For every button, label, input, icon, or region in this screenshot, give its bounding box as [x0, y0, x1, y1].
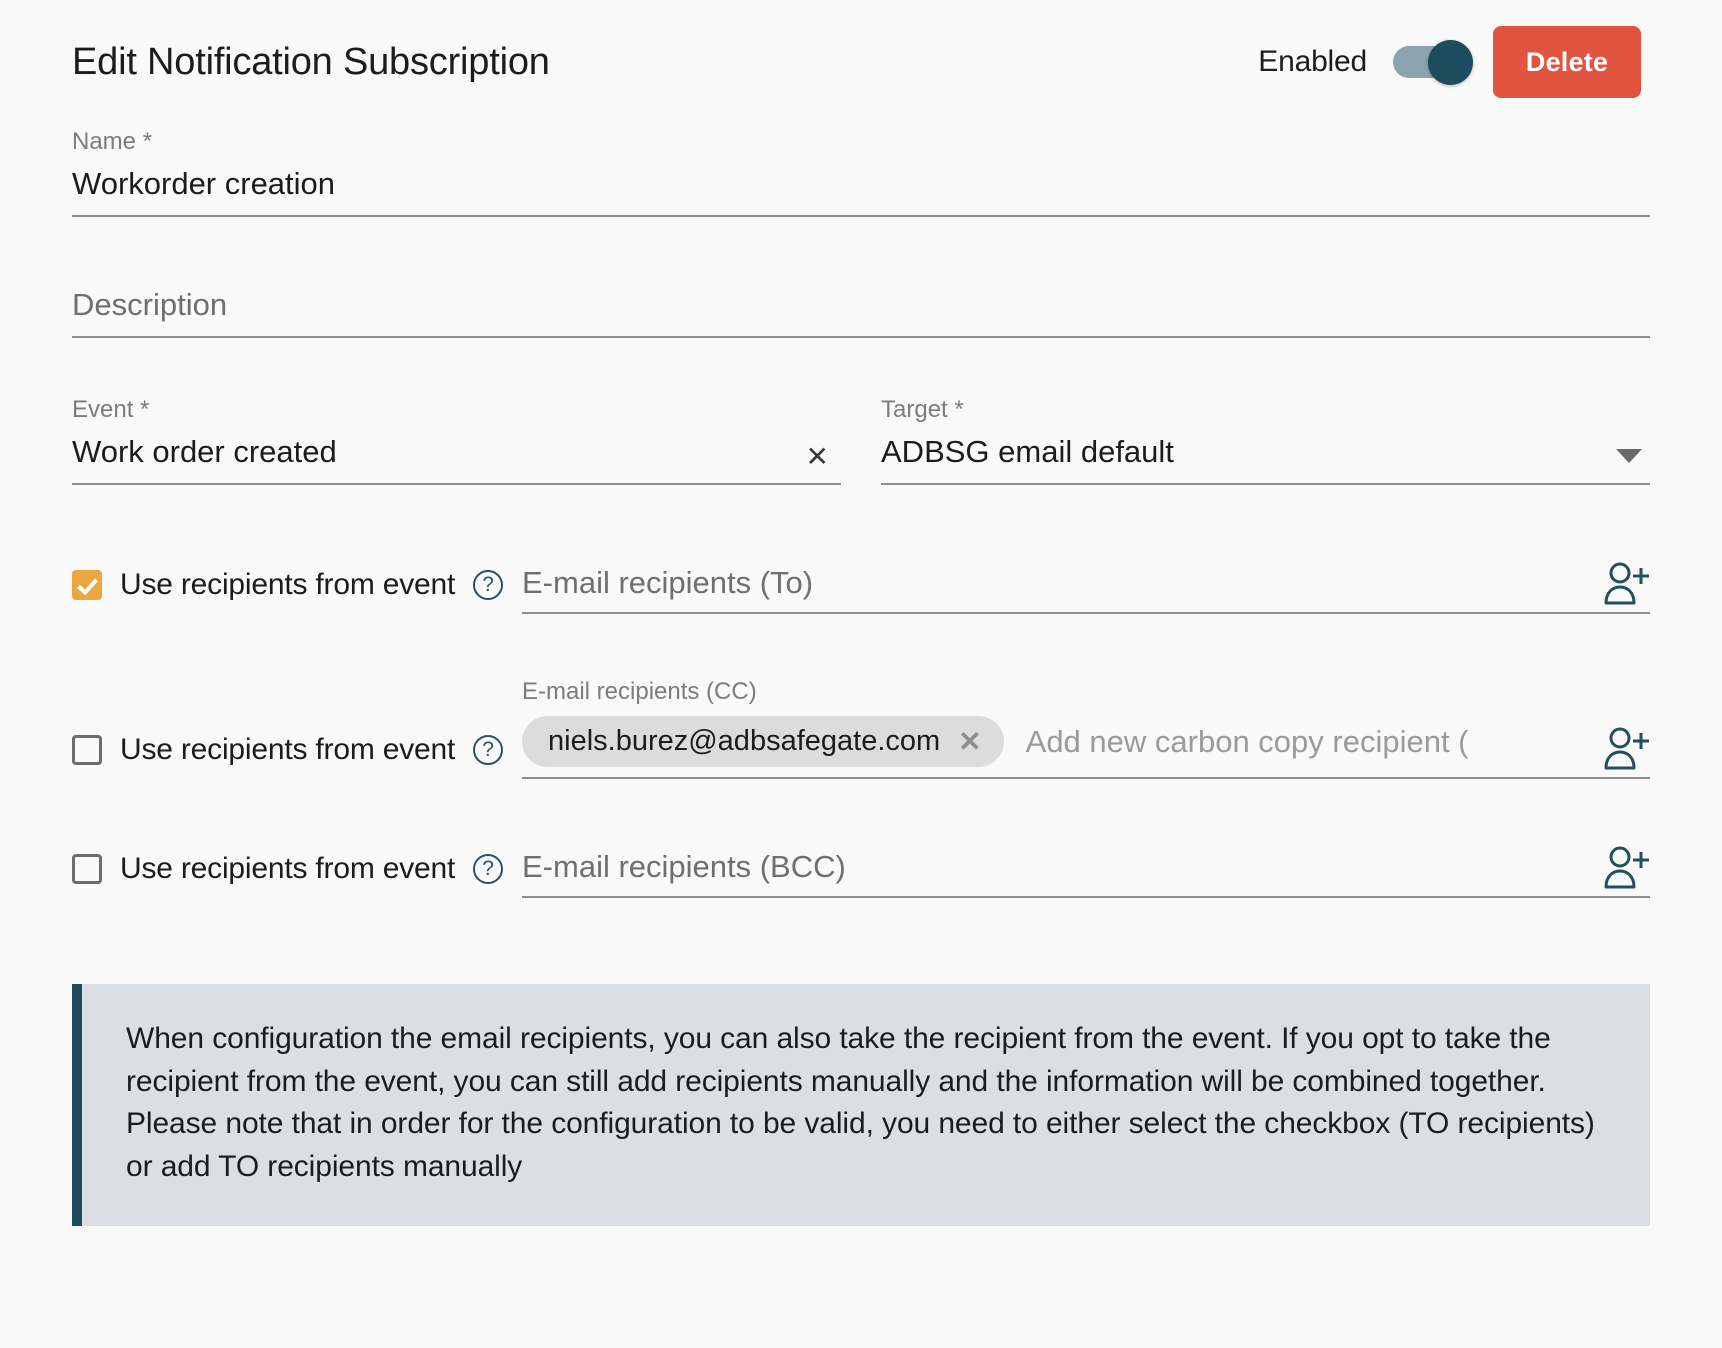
to-recipients-field[interactable]: E-mail recipients (To)	[522, 567, 1650, 614]
event-target-row: Event * Work order created ✕ Target * AD…	[72, 398, 1650, 485]
notification-subscription-form: Edit Notification Subscription Enabled D…	[0, 0, 1722, 1348]
enabled-label: Enabled	[1258, 45, 1367, 79]
cc-label: E-mail recipients (CC)	[522, 680, 1650, 704]
bcc-input-wrap[interactable]: E-mail recipients (BCC)	[522, 851, 1650, 898]
toggle-knob	[1428, 40, 1473, 85]
name-field[interactable]: Name * Workorder creation	[72, 130, 1650, 217]
info-note-text: When configuration the email recipients,…	[126, 1018, 1610, 1188]
name-input[interactable]: Workorder creation	[72, 168, 1650, 215]
target-field[interactable]: Target * ADBSG email default	[881, 398, 1650, 485]
close-x-icon[interactable]: ✕	[806, 443, 829, 471]
target-label: Target *	[881, 398, 1650, 422]
description-input[interactable]: Description	[72, 289, 1650, 336]
cc-use-recipients-checkbox[interactable]	[72, 735, 102, 765]
cc-recipients-field[interactable]: E-mail recipients (CC) niels.burez@adbsa…	[522, 680, 1650, 779]
to-recipients-input[interactable]: E-mail recipients (To)	[522, 567, 1650, 612]
recipient-chip-label: niels.burez@adbsafegate.com	[548, 725, 940, 758]
to-use-recipients-checkbox[interactable]	[72, 570, 102, 600]
help-circle-icon[interactable]: ?	[473, 570, 503, 600]
cc-recipients-input[interactable]: Add new carbon copy recipient (	[1026, 724, 1590, 760]
target-select-wrap[interactable]: ADBSG email default	[881, 436, 1650, 485]
info-note-box: When configuration the email recipients,…	[72, 984, 1650, 1226]
to-checkbox-label: Use recipients from event	[120, 568, 455, 602]
person-add-icon[interactable]	[1600, 725, 1650, 771]
page-title: Edit Notification Subscription	[72, 41, 550, 84]
cc-chip-line: niels.burez@adbsafegate.com ✕ Add new ca…	[522, 716, 1650, 777]
event-field[interactable]: Event * Work order created ✕	[72, 398, 841, 485]
delete-button[interactable]: Delete	[1493, 26, 1641, 98]
target-select-value[interactable]: ADBSG email default	[881, 436, 1650, 483]
person-add-icon[interactable]	[1600, 560, 1650, 606]
header-actions: Enabled Delete	[1258, 26, 1650, 98]
description-input-wrap[interactable]: Description	[72, 289, 1650, 338]
bcc-use-event-checkbox-cell[interactable]: Use recipients from event ?	[72, 852, 522, 898]
recipients-to-row: Use recipients from event ? E-mail recip…	[72, 567, 1650, 614]
bcc-recipients-field[interactable]: E-mail recipients (BCC)	[522, 851, 1650, 898]
recipients-cc-row: Use recipients from event ? E-mail recip…	[72, 680, 1650, 779]
help-circle-icon[interactable]: ?	[473, 735, 503, 765]
description-field[interactable]: Description	[72, 289, 1650, 338]
person-add-icon[interactable]	[1600, 844, 1650, 890]
name-label: Name *	[72, 130, 1650, 154]
event-label: Event *	[72, 398, 841, 422]
bcc-use-recipients-checkbox[interactable]	[72, 854, 102, 884]
help-circle-icon[interactable]: ?	[473, 854, 503, 884]
enabled-toggle[interactable]	[1393, 46, 1467, 78]
cc-use-event-checkbox-cell[interactable]: Use recipients from event ?	[72, 733, 522, 779]
chevron-down-icon[interactable]	[1616, 449, 1642, 463]
recipient-chip[interactable]: niels.burez@adbsafegate.com ✕	[522, 716, 1004, 767]
cc-checkbox-label: Use recipients from event	[120, 733, 455, 767]
event-input[interactable]: Work order created	[72, 436, 841, 483]
name-input-wrap[interactable]: Workorder creation	[72, 168, 1650, 217]
recipients-bcc-row: Use recipients from event ? E-mail recip…	[72, 851, 1650, 898]
to-input-wrap[interactable]: E-mail recipients (To)	[522, 567, 1650, 614]
to-use-event-checkbox-cell[interactable]: Use recipients from event ?	[72, 568, 522, 614]
event-input-wrap[interactable]: Work order created	[72, 436, 841, 485]
form-header: Edit Notification Subscription Enabled D…	[72, 0, 1650, 112]
close-x-icon[interactable]: ✕	[958, 728, 981, 756]
cc-input-wrap[interactable]: niels.burez@adbsafegate.com ✕ Add new ca…	[522, 716, 1650, 779]
bcc-recipients-input[interactable]: E-mail recipients (BCC)	[522, 851, 1650, 896]
bcc-checkbox-label: Use recipients from event	[120, 852, 455, 886]
